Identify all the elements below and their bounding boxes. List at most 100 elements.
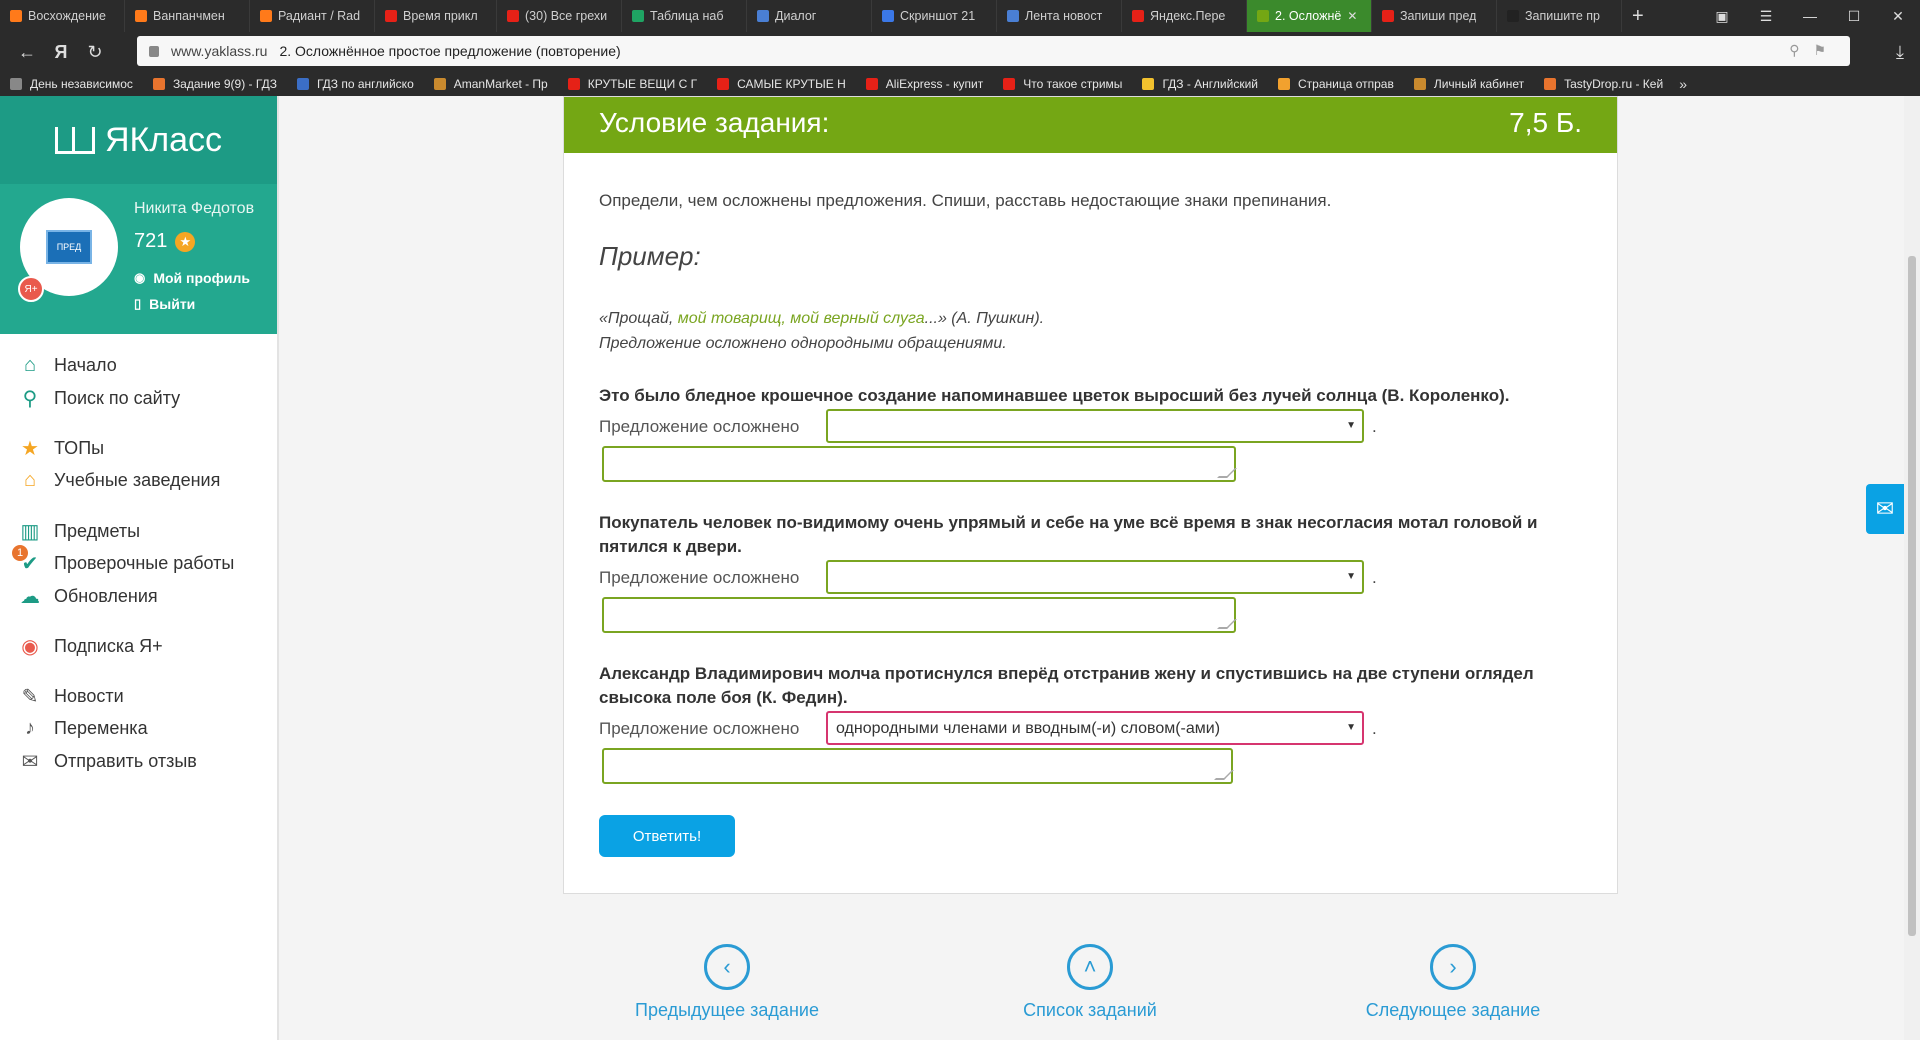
menu-icon[interactable]: ☰ — [1744, 8, 1788, 25]
book-icon — [54, 126, 95, 154]
logo[interactable]: ЯКласс — [0, 96, 277, 184]
sidebar-item[interactable]: ✉ Отправить отзыв — [18, 749, 197, 774]
tab-title: Время прикл — [403, 9, 478, 23]
check-icon: ✔ 1 — [12, 545, 42, 576]
browser-tab[interactable]: Ванпанчмен — [125, 0, 250, 32]
sidebar-item[interactable]: ▥ Предметы — [18, 519, 141, 544]
bookmark-item[interactable]: КРУТЫЕ ВЕЩИ С Г — [558, 77, 707, 91]
bookmark-label: Личный кабинет — [1433, 77, 1525, 91]
browser-tab[interactable]: (30) Все грехи — [497, 0, 622, 32]
bell-icon: ♪ — [25, 717, 35, 739]
my-profile-link[interactable]: ◉ Мой профиль — [134, 270, 250, 286]
question-3-select[interactable]: однородными членами и вводным(-и) словом… — [826, 711, 1364, 745]
question-3-answer-field[interactable] — [602, 748, 1234, 784]
minimize-icon[interactable]: — — [1788, 8, 1832, 24]
bookmark-item[interactable]: TastyDrop.ru - Кей — [1534, 77, 1673, 91]
sidebar-item[interactable]: ♪ Переменка — [18, 717, 148, 740]
sidebar-item[interactable]: ◉ Подписка Я+ — [18, 634, 163, 659]
reload-icon[interactable]: ↻ — [78, 42, 112, 63]
tab-favicon-icon — [1257, 10, 1269, 22]
mail-icon[interactable]: ✉ — [1866, 484, 1904, 534]
bookmark-label: САМЫЕ КРУТЫЕ Н — [737, 77, 846, 91]
browser-tab[interactable]: Яндекс.Пере — [1122, 0, 1247, 32]
question-3-label: Предложение осложнено — [599, 719, 800, 738]
sidebar-item-label: Подписка Я+ — [54, 636, 163, 656]
question-1-answer-field[interactable] — [602, 446, 1237, 482]
browser-tab[interactable]: Диалог — [747, 0, 872, 32]
sidebar-item[interactable]: ✎ Новости — [18, 684, 124, 709]
sidebar-item-label: Проверочные работы — [54, 553, 235, 573]
browser-tab-strip: Восхождение Ванпанчмен Радиант / Rad Время … — [0, 0, 1920, 32]
browser-tab[interactable]: Таблица наб — [622, 0, 747, 32]
answer-button[interactable]: Ответить! — [599, 815, 735, 857]
browser-tab[interactable]: Скриншот 21 — [872, 0, 997, 32]
task-list-label: Список заданий — [1023, 1000, 1157, 1020]
user-score: 721 ★ — [134, 230, 196, 253]
sidebar-item[interactable]: ✔ 1 Проверочные работы — [12, 545, 235, 576]
browser-tab[interactable]: Запиши пред — [1372, 0, 1497, 32]
address-field[interactable]: www.yaklass.ru 2. Осложнённое простое пр… — [137, 36, 1850, 66]
question-1-select[interactable]: ▼ — [826, 409, 1364, 443]
browser-tab[interactable]: Восхождение — [0, 0, 125, 32]
tab-title: Диалог — [775, 9, 817, 23]
bookmark-item[interactable]: День независимос — [0, 77, 143, 91]
sidebar-item[interactable]: ⚲ Поиск по сайту — [18, 386, 180, 411]
sidebar-item[interactable]: ☁ Обновления — [18, 584, 158, 609]
logout-link[interactable]: ▯ Выйти — [134, 296, 195, 312]
browser-tab[interactable]: Лента новост — [997, 0, 1122, 32]
sidebar-item[interactable]: ⌂ Начало — [18, 354, 117, 377]
star-icon: ★ — [21, 438, 39, 460]
bookmark-item[interactable]: AmanMarket - Пр — [424, 77, 558, 91]
chevron-up-icon: ˄ — [1067, 944, 1113, 990]
question-2-text: Покупатель человек по-видимому очень упр… — [599, 513, 1538, 556]
close-tab-icon[interactable]: ✕ — [1347, 9, 1357, 23]
browser-tab[interactable]: Радиант / Rad — [250, 0, 375, 32]
prev-task-link[interactable]: ‹ Предыдущее задание — [607, 944, 847, 1021]
scrollbar[interactable] — [1904, 96, 1920, 1040]
sidebar-item[interactable]: ★ ТОПы — [18, 436, 104, 461]
tab-favicon-icon — [1382, 10, 1394, 22]
bookmark-item[interactable]: AliExpress - купит — [856, 77, 993, 91]
task-list-link[interactable]: ˄ Список заданий — [970, 944, 1210, 1021]
bookmarks-more-icon[interactable]: » — [1673, 76, 1687, 92]
browser-tab[interactable]: Время прикл — [375, 0, 497, 32]
tab-title: Запиши пред — [1400, 9, 1477, 23]
bookmark-item[interactable]: Страница отправ — [1268, 77, 1404, 91]
next-task-link[interactable]: › Следующее задание — [1333, 944, 1573, 1021]
bookmark-item[interactable]: Личный кабинет — [1404, 77, 1534, 91]
address-actions[interactable]: ⚲⚑ — [1789, 42, 1840, 59]
bookmark-favicon-icon — [717, 78, 730, 90]
sidebar-item[interactable]: ⌂ Учебные заведения — [18, 469, 220, 492]
user-name[interactable]: Никита Федотов — [134, 200, 254, 218]
tabs-menu-icon[interactable]: ▣ — [1700, 8, 1744, 25]
question-2-answer-field[interactable] — [602, 597, 1237, 633]
bookmark-favicon-icon — [567, 78, 580, 90]
bookmark-item[interactable]: Что такое стримы — [993, 77, 1132, 91]
example-title: Пример: — [599, 241, 701, 271]
back-icon[interactable]: ← — [10, 42, 44, 63]
resize-grip-icon[interactable] — [1217, 619, 1237, 629]
bookmark-item[interactable]: ГДЗ по английско — [287, 77, 424, 91]
bookmark-item[interactable]: Задание 9(9) - ГДЗ — [143, 77, 287, 91]
example-explanation: Предложение осложнено однородными обраще… — [599, 335, 1007, 352]
feedback-icon: ✉ — [21, 751, 39, 773]
task-points: 7,5 Б. — [1509, 107, 1582, 138]
maximize-icon[interactable]: ☐ — [1832, 8, 1876, 25]
bookmark-item[interactable]: САМЫЕ КРУТЫЕ Н — [707, 77, 856, 91]
browser-tab[interactable]: 2. Осложнё ✕ — [1247, 0, 1372, 32]
browser-tab[interactable]: Запишите пр — [1497, 0, 1622, 32]
resize-grip-icon[interactable] — [1214, 770, 1234, 780]
bookmark-item[interactable]: ГДЗ - Английский — [1132, 77, 1268, 91]
download-icon[interactable]: ⤓ — [1896, 42, 1904, 63]
bookmark-label: Что такое стримы — [1023, 77, 1123, 91]
logout-icon: ▯ — [134, 296, 142, 311]
question-1-label: Предложение осложнено — [599, 417, 800, 436]
close-window-icon[interactable]: ✕ — [1876, 8, 1920, 25]
new-tab-icon[interactable]: + — [1622, 5, 1654, 28]
bookmark-label: День независимос — [30, 77, 133, 91]
logout-label: Выйти — [149, 296, 196, 312]
question-2-select[interactable]: ▼ — [826, 560, 1364, 594]
yandex-icon[interactable]: Я — [44, 42, 78, 63]
scrollbar-thumb[interactable] — [1908, 256, 1916, 936]
resize-grip-icon[interactable] — [1217, 468, 1237, 478]
